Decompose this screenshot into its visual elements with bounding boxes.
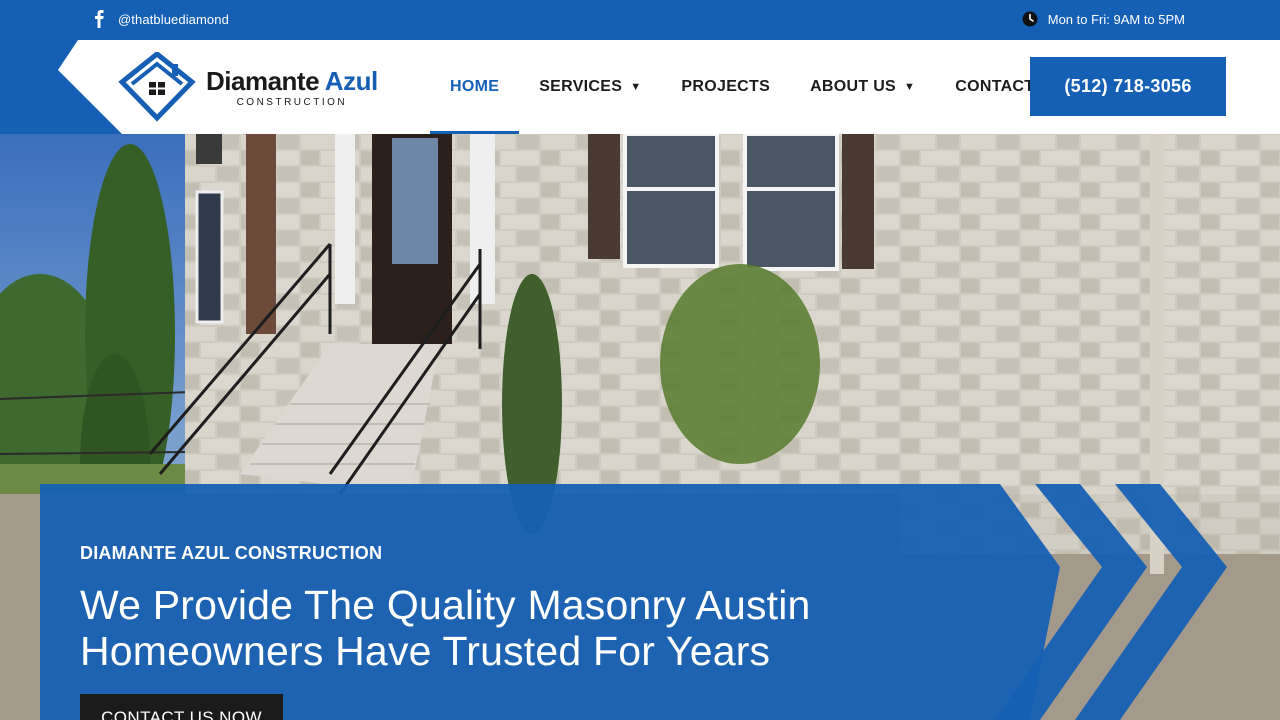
site-logo[interactable]: Diamante Azul CONSTRUCTION [118,52,398,122]
nav-services-label: SERVICES [539,78,623,95]
chevron-down-icon: ▼ [904,81,916,93]
diamond-house-logo-icon [118,52,196,122]
nav-services[interactable]: SERVICES ▼ [519,40,661,134]
logo-brand-accent: Azul [324,65,378,96]
hero-headline: We Provide The Quality Masonry Austin Ho… [80,582,811,674]
hero-section: DIAMANTE AZUL CONSTRUCTION We Provide Th… [0,134,1280,720]
nav-projects[interactable]: PROJECTS [661,40,790,134]
facebook-icon [95,10,104,28]
nav-home-label: HOME [450,78,500,95]
social-handle: @thatbluediamond [118,11,229,27]
phone-button[interactable]: (512) 718-3056 [1030,57,1226,116]
hours-text: Mon to Fri: 9AM to 5PM [1047,11,1185,27]
nav-about[interactable]: ABOUT US ▼ [790,40,935,134]
main-nav: HOME SERVICES ▼ PROJECTS ABOUT US ▼ CONTAC… [430,40,1082,134]
clock-icon [1022,11,1038,27]
hero-panel: DIAMANTE AZUL CONSTRUCTION We Provide Th… [40,484,1280,720]
header-wedge-decoration [0,40,122,134]
business-hours: Mon to Fri: 9AM to 5PM [1022,11,1185,27]
logo-brand-main: Diamante [206,65,325,96]
nav-projects-label: PROJECTS [681,78,771,95]
chevron-down-icon: ▼ [630,81,642,93]
social-link[interactable]: @thatbluediamond [92,10,229,28]
nav-home[interactable]: HOME [430,40,520,134]
logo-subtitle: CONSTRUCTION [236,96,348,108]
logo-wordmark: Diamante Azul [206,67,378,95]
contact-us-now-button[interactable]: CONTACT US NOW [80,694,283,720]
nav-about-label: ABOUT US [810,78,897,95]
top-bar: @thatbluediamond Mon to Fri: 9AM to 5PM [0,0,1280,40]
site-header: Diamante Azul CONSTRUCTION HOME SERVICES… [0,40,1280,134]
hero-eyebrow: DIAMANTE AZUL CONSTRUCTION [80,543,383,563]
